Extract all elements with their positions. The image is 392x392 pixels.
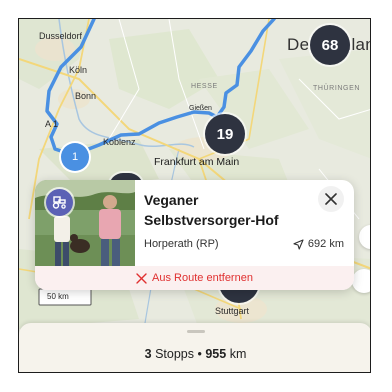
city-label-dusseldorf: Dusseldorf (39, 31, 83, 41)
route-summary-sheet[interactable]: 3 Stopps • 955 km (19, 323, 370, 372)
stop-photo (35, 180, 135, 266)
stops-count: 3 (144, 347, 152, 361)
cluster-count: 19 (216, 125, 234, 143)
close-icon (325, 193, 337, 205)
route-summary: 3 Stopps • 955 km (19, 347, 370, 361)
road-label-a1: A 1 (45, 119, 59, 129)
close-card-button[interactable] (318, 186, 344, 212)
navigation-arrow-icon (293, 238, 304, 250)
city-label-stuttgart: Stuttgart (215, 306, 250, 316)
city-label-koblenz: Koblenz (103, 137, 136, 147)
city-label-koln: Köln (69, 65, 88, 75)
city-label-frankfurt: Frankfurt am Main (154, 156, 240, 168)
route-km: 955 (205, 347, 227, 361)
stop-distance: 692 km (293, 238, 344, 250)
city-label-bonn: Bonn (75, 91, 97, 101)
map-control-partial[interactable] (352, 269, 370, 293)
stop-detail-card[interactable]: Veganer Selbstversorger-Hof Horperath (R… (35, 180, 354, 290)
stop-location: Horperath (RP) (144, 238, 219, 250)
app-frame: Dusseldorf Köln Bonn A 1 Koblenz HESSE T… (18, 18, 371, 373)
stop-distance-value: 692 km (307, 238, 344, 250)
route-stop-pin-1[interactable]: 1 (61, 143, 89, 171)
remove-from-route-button[interactable]: Aus Route entfernen (35, 266, 354, 290)
tractor-icon (46, 189, 73, 216)
remove-from-route-label: Aus Route entfernen (152, 272, 253, 284)
route-km-unit: km (229, 347, 247, 361)
map-cluster-68[interactable]: 68 (310, 25, 350, 65)
summary-separator: • (197, 347, 202, 361)
cluster-count: 68 (321, 36, 339, 54)
map-cluster-19[interactable]: 19 (205, 114, 245, 154)
city-label-giessen: Gießen (189, 105, 212, 112)
stop-pin-number: 1 (71, 151, 79, 163)
region-label-hesse: HESSE (191, 83, 218, 90)
map-scale-label: 50 km (47, 292, 69, 301)
region-label-thuringen: THÜRINGEN (313, 85, 361, 92)
remove-x-icon (136, 272, 147, 284)
sheet-drag-handle[interactable] (187, 330, 205, 333)
stops-label: Stopps (155, 347, 194, 361)
stop-title: Veganer Selbstversorger-Hof (144, 192, 279, 228)
